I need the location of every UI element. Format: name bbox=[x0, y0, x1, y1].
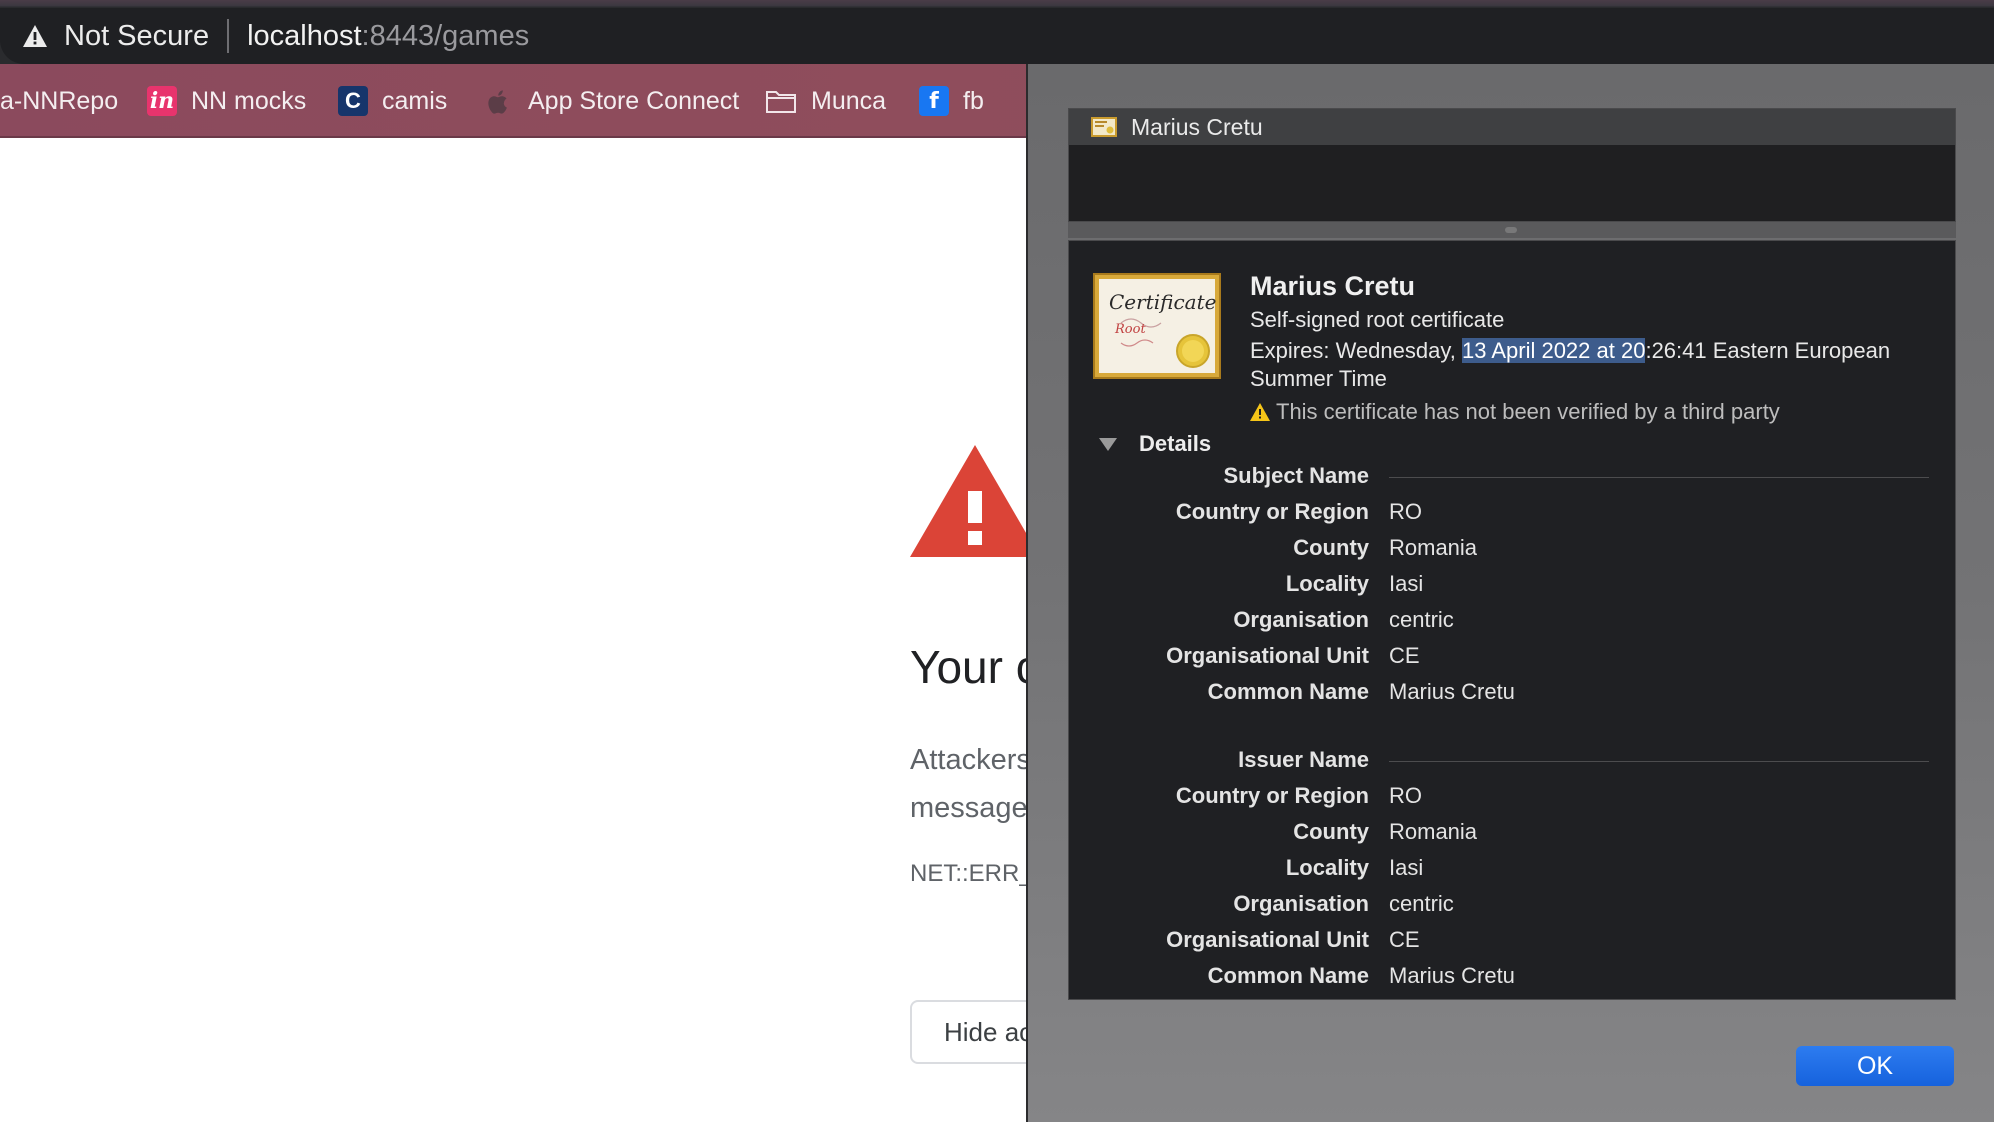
issuer-name-section: Issuer Name Country or Region RO County … bbox=[1069, 747, 1955, 999]
section-header: Issuer Name bbox=[1069, 747, 1955, 783]
url-host[interactable]: localhost bbox=[247, 20, 361, 53]
detail-value: CE bbox=[1389, 643, 1420, 668]
detail-key: Locality bbox=[1285, 571, 1369, 596]
bookmark-label: fb bbox=[963, 86, 984, 115]
certificate-small-icon bbox=[1091, 117, 1117, 137]
detail-row: County Romania bbox=[1069, 535, 1955, 571]
invision-icon: in bbox=[147, 86, 177, 116]
detail-key: Organisational Unit bbox=[1166, 927, 1369, 952]
bookmark-nn-mocks[interactable]: in NN mocks bbox=[147, 84, 306, 118]
detail-row: County Romania bbox=[1069, 819, 1955, 855]
detail-key: Organisation bbox=[1233, 891, 1369, 916]
apple-icon bbox=[488, 90, 507, 114]
c-logo-icon: C bbox=[338, 86, 368, 116]
detail-row: Country or Region RO bbox=[1069, 783, 1955, 819]
bookmark-camis[interactable]: C camis bbox=[338, 84, 447, 118]
ok-button[interactable]: OK bbox=[1796, 1046, 1954, 1086]
certificate-image-title: Certificate bbox=[1109, 290, 1216, 314]
detail-key: Organisational Unit bbox=[1166, 643, 1369, 668]
certificate-list-item[interactable]: Marius Cretu bbox=[1069, 109, 1955, 145]
browser-toolbar: Not Secure localhost:8443/games bbox=[0, 0, 1994, 64]
bookmark-label: camis bbox=[382, 86, 448, 115]
bookmark-label: App Store Connect bbox=[528, 86, 740, 115]
bookmark-label: NN mocks bbox=[191, 86, 307, 115]
detail-value: RO bbox=[1389, 499, 1422, 524]
certificate-type: Self-signed root certificate bbox=[1250, 307, 1505, 332]
caution-icon bbox=[1250, 403, 1270, 421]
certificate-title: Marius Cretu bbox=[1250, 271, 1416, 301]
expiry-prefix: Expires: Wednesday, bbox=[1250, 338, 1462, 363]
detail-value: Iasi bbox=[1389, 571, 1424, 596]
facebook-icon: f bbox=[919, 86, 949, 116]
detail-row: Country or Region RO bbox=[1069, 499, 1955, 535]
section-divider bbox=[1389, 761, 1929, 762]
error-warning-icon bbox=[910, 445, 1040, 557]
bookmark-label: Munca bbox=[811, 86, 887, 115]
section-divider bbox=[1389, 477, 1929, 478]
detail-row: Locality Iasi bbox=[1069, 571, 1955, 607]
address-bar[interactable]: Not Secure localhost:8443/games bbox=[0, 8, 1994, 64]
detail-row: Organisational Unit CE bbox=[1069, 927, 1955, 963]
detail-key: Organisation bbox=[1233, 607, 1369, 632]
section-header: Subject Name bbox=[1069, 463, 1955, 499]
certificate-list-label: Marius Cretu bbox=[1131, 113, 1263, 140]
certificate-chain-list: Marius Cretu bbox=[1068, 108, 1956, 222]
certificate-details-pane[interactable]: Certificate Root Marius Cretu Self-signe… bbox=[1068, 240, 1956, 1000]
bookmark-nnrepo[interactable]: a-NNRepo bbox=[0, 84, 118, 118]
detail-key: Locality bbox=[1285, 855, 1369, 880]
detail-value: centric bbox=[1389, 607, 1454, 632]
error-heading: Your c bbox=[910, 641, 1039, 693]
address-divider bbox=[227, 19, 230, 53]
detail-key: Common Name bbox=[1207, 679, 1369, 704]
detail-value: Iasi bbox=[1389, 855, 1424, 880]
certificate-icon-label: Certificate Root bbox=[1109, 290, 1216, 337]
detail-value: RO bbox=[1389, 783, 1422, 808]
certificate-sheet: Marius Cretu Certificate Root Marius Cre… bbox=[1026, 64, 1994, 1122]
section-label: Issuer Name bbox=[1238, 747, 1369, 772]
section-label: Subject Name bbox=[1223, 463, 1370, 488]
detail-row: Organisation centric bbox=[1069, 891, 1955, 927]
detail-row: Organisation centric bbox=[1069, 607, 1955, 643]
detail-key: Common Name bbox=[1207, 963, 1369, 988]
url-path[interactable]: :8443/games bbox=[362, 20, 530, 53]
detail-row: Common Name Marius Cretu bbox=[1069, 963, 1955, 999]
disclosure-triangle-icon bbox=[1099, 437, 1117, 451]
detail-row: Locality Iasi bbox=[1069, 855, 1955, 891]
detail-key: Country or Region bbox=[1175, 783, 1369, 808]
error-code: NET::ERR_ bbox=[910, 860, 1033, 887]
details-disclosure[interactable]: Details bbox=[1099, 431, 1211, 457]
details-label: Details bbox=[1139, 431, 1212, 456]
bookmark-munca[interactable]: Munca bbox=[765, 84, 886, 118]
detail-value: CE bbox=[1389, 927, 1420, 952]
detail-key: County bbox=[1293, 535, 1369, 560]
bookmark-fb[interactable]: f fb bbox=[919, 84, 984, 118]
detail-value: Marius Cretu bbox=[1389, 679, 1515, 704]
bookmark-label: a-NNRepo bbox=[0, 86, 119, 115]
detail-row: Organisational Unit CE bbox=[1069, 643, 1955, 679]
detail-value: Marius Cretu bbox=[1389, 963, 1515, 988]
certificate-expiry: Expires: Wednesday, 13 April 2022 at 20:… bbox=[1250, 337, 1930, 393]
detail-value: centric bbox=[1389, 891, 1454, 916]
warning-icon bbox=[23, 25, 47, 47]
detail-key: County bbox=[1293, 819, 1369, 844]
folder-icon bbox=[766, 91, 796, 113]
detail-row: Common Name Marius Cretu bbox=[1069, 679, 1955, 715]
detail-key: Country or Region bbox=[1175, 499, 1369, 524]
pane-splitter[interactable] bbox=[1068, 222, 1956, 238]
trust-warning: This certificate has not been verified b… bbox=[1250, 399, 1780, 425]
subject-name-section: Subject Name Country or Region RO County… bbox=[1069, 463, 1955, 715]
selected-text: 13 April 2022 at 20 bbox=[1461, 338, 1646, 363]
trust-warning-text: This certificate has not been verified b… bbox=[1276, 399, 1780, 424]
security-status[interactable]: Not Secure bbox=[64, 20, 209, 53]
bookmark-app-store-connect[interactable]: App Store Connect bbox=[484, 84, 739, 118]
detail-value: Romania bbox=[1389, 535, 1478, 560]
certificate-image-subtitle: Root bbox=[1114, 322, 1146, 337]
detail-value: Romania bbox=[1389, 819, 1478, 844]
